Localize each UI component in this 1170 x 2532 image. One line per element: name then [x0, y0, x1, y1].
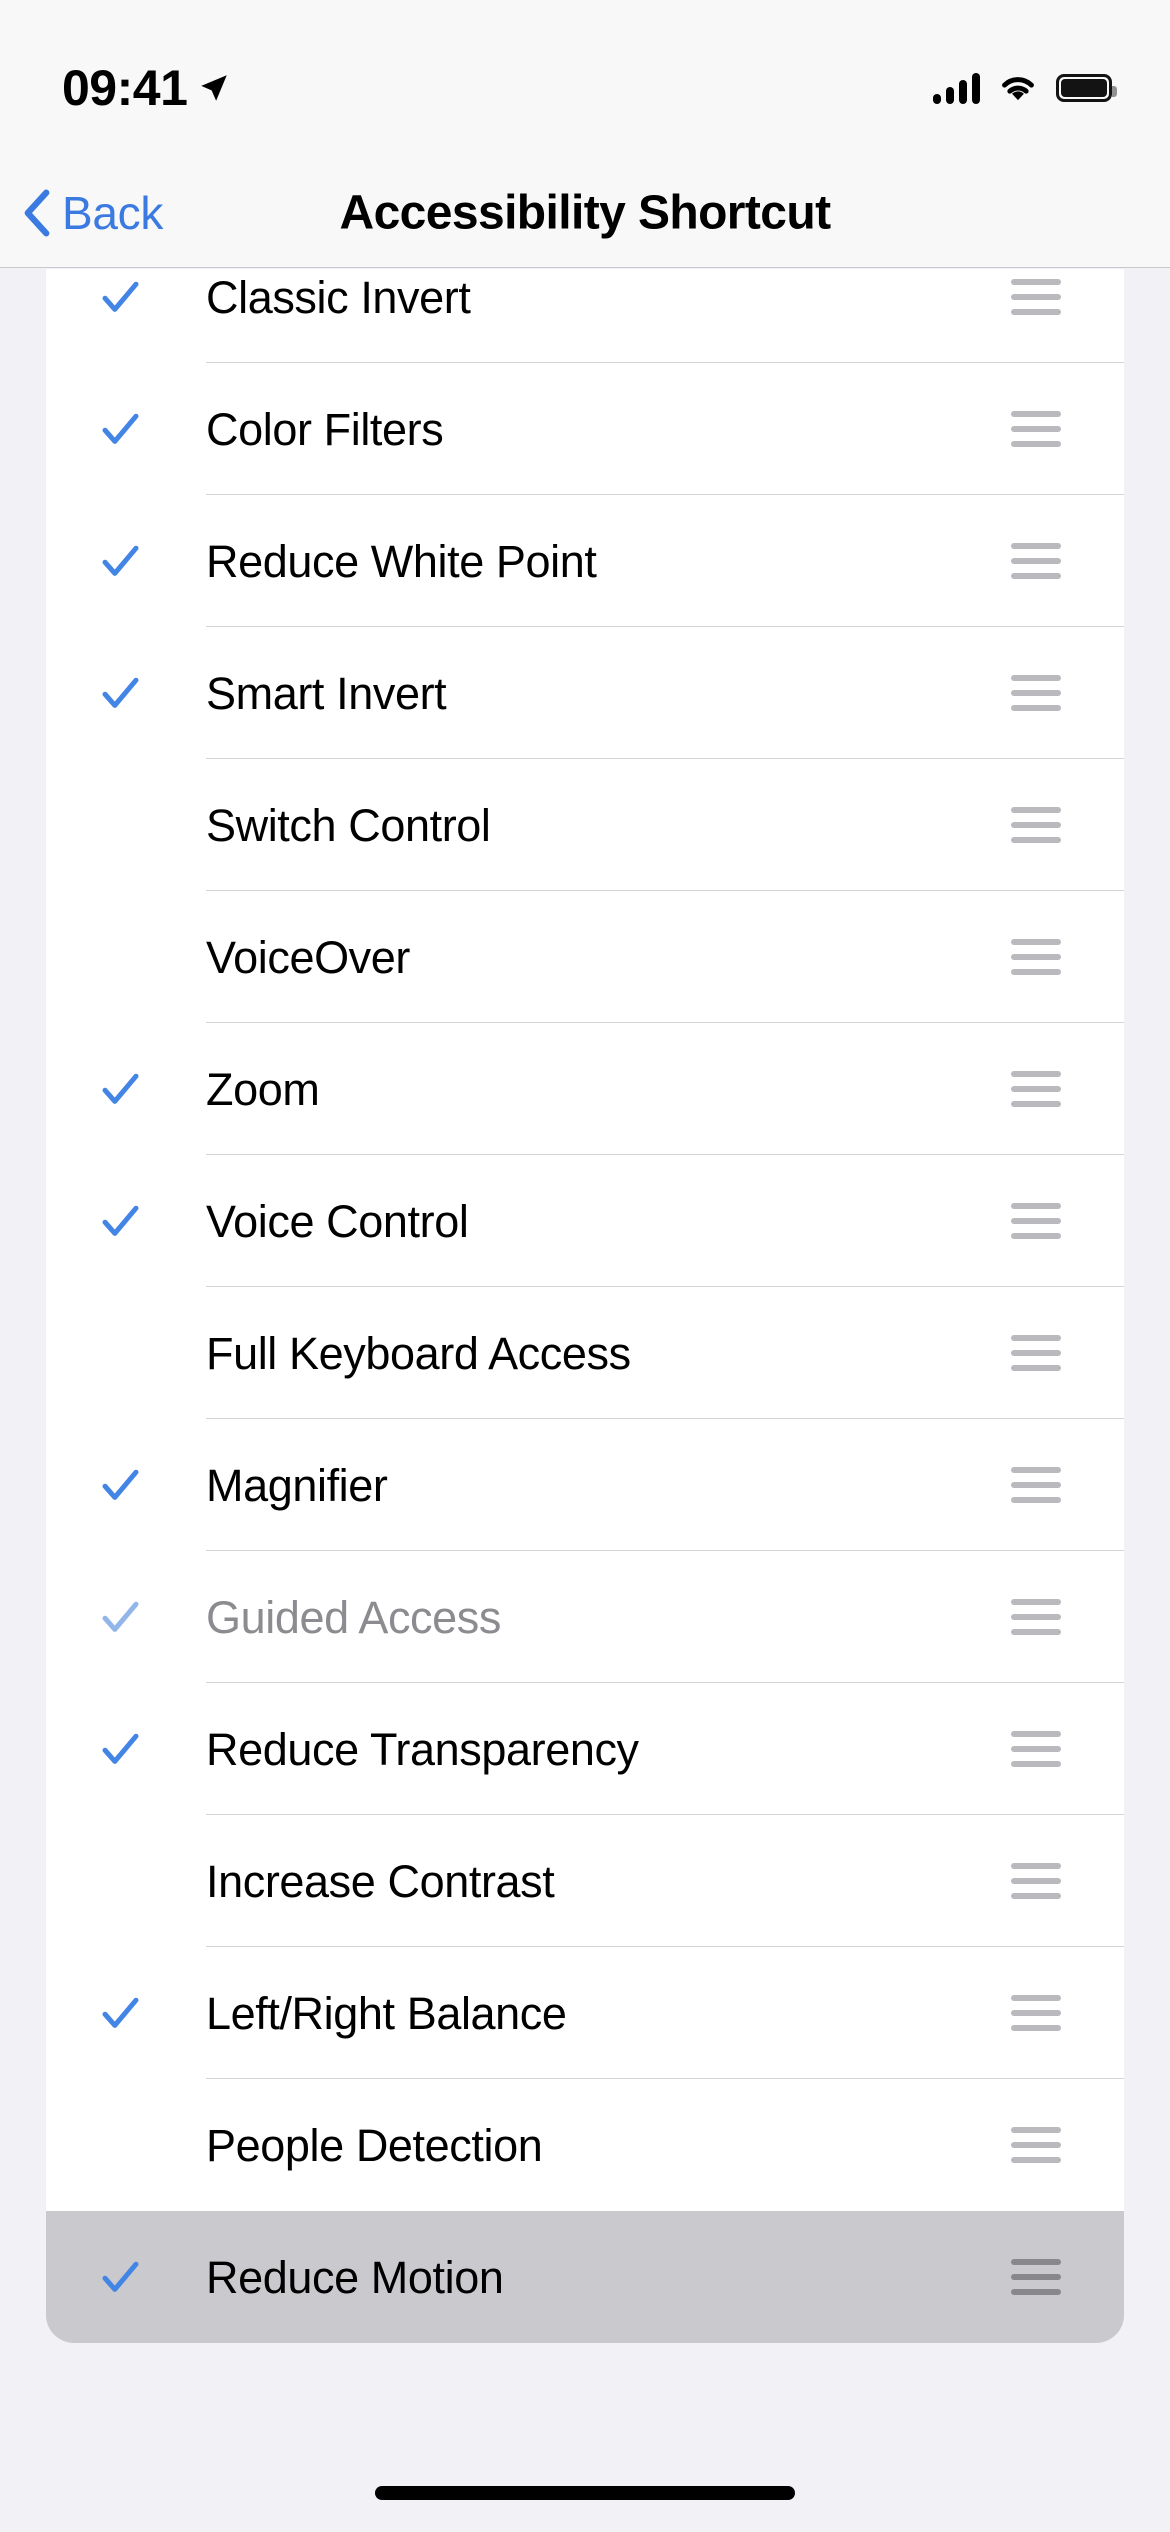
checkmark-icon[interactable]	[46, 273, 206, 321]
reorder-handle-icon[interactable]	[974, 1335, 1124, 1371]
checkmark-icon[interactable]	[46, 2121, 206, 2169]
list-item[interactable]: Zoom	[46, 1023, 1124, 1155]
settings-list-card: Classic Invert Color Filters Reduce White …	[46, 269, 1124, 2343]
list-item[interactable]: Switch Control	[46, 759, 1124, 891]
back-button[interactable]: Back	[22, 189, 163, 237]
reorder-handle-icon[interactable]	[974, 1995, 1124, 2031]
checkmark-icon[interactable]	[46, 1461, 206, 1509]
chevron-left-icon	[24, 189, 50, 236]
location-arrow-icon	[201, 75, 228, 101]
reorder-handle-icon[interactable]	[974, 1731, 1124, 1767]
list-item-label: Switch Control	[206, 799, 491, 851]
reorder-handle-icon[interactable]	[974, 543, 1124, 579]
list-item-label: Magnifier	[206, 1459, 388, 1511]
list-item-label: Guided Access	[206, 1591, 501, 1643]
list-item-label: Classic Invert	[206, 271, 471, 323]
reorder-handle-icon[interactable]	[974, 2127, 1124, 2163]
list-item[interactable]: Left/Right Balance	[46, 1947, 1124, 2079]
list-item[interactable]: Reduce White Point	[46, 495, 1124, 627]
reorder-handle-icon[interactable]	[974, 1203, 1124, 1239]
list-item-label: Reduce White Point	[206, 535, 597, 587]
cellular-signal-icon	[933, 72, 980, 104]
list-item-label: Full Keyboard Access	[206, 1327, 631, 1379]
status-bar-clock: 09:41	[62, 60, 188, 116]
list-item[interactable]: Voice Control	[46, 1155, 1124, 1287]
reorder-handle-icon[interactable]	[974, 2259, 1124, 2295]
settings-list-scrollview[interactable]: Classic Invert Color Filters Reduce White …	[0, 269, 1170, 2429]
reorder-handle-icon[interactable]	[974, 675, 1124, 711]
list-item-label: Smart Invert	[206, 667, 447, 719]
status-bar-right	[933, 54, 1117, 104]
list-item[interactable]: People Detection	[46, 2079, 1124, 2211]
status-bar-left: 09:41	[62, 45, 231, 113]
checkmark-icon[interactable]	[46, 933, 206, 981]
reorder-handle-icon[interactable]	[974, 411, 1124, 447]
checkmark-icon[interactable]	[46, 1857, 206, 1905]
checkmark-icon[interactable]	[46, 801, 206, 849]
reorder-handle-icon[interactable]	[974, 807, 1124, 843]
list-item-label: Voice Control	[206, 1195, 469, 1247]
checkmark-icon[interactable]	[46, 537, 206, 585]
reorder-handle-icon[interactable]	[974, 1467, 1124, 1503]
list-item[interactable]: Reduce Motion	[46, 2211, 1124, 2343]
checkmark-icon[interactable]	[46, 1989, 206, 2037]
list-item-label: VoiceOver	[206, 931, 410, 983]
list-item[interactable]: Guided Access	[46, 1551, 1124, 1683]
checkmark-icon[interactable]	[46, 1329, 206, 1377]
checkmark-icon[interactable]	[46, 669, 206, 717]
reorder-handle-icon[interactable]	[974, 279, 1124, 315]
list-item-label: Left/Right Balance	[206, 1987, 567, 2039]
list-item-label: Zoom	[206, 1063, 320, 1115]
list-item[interactable]: Magnifier	[46, 1419, 1124, 1551]
checkmark-icon[interactable]	[46, 1725, 206, 1773]
status-bar: 09:41	[0, 0, 1170, 158]
list-item-label: Reduce Transparency	[206, 1723, 639, 1775]
list-item[interactable]: Smart Invert	[46, 627, 1124, 759]
battery-full-icon	[1056, 74, 1117, 102]
checkmark-icon[interactable]	[46, 1593, 206, 1641]
reorder-handle-icon[interactable]	[974, 1599, 1124, 1635]
list-item[interactable]: Full Keyboard Access	[46, 1287, 1124, 1419]
list-item-label: Increase Contrast	[206, 1855, 555, 1907]
list-item-label: People Detection	[206, 2119, 543, 2171]
wifi-icon	[1002, 77, 1034, 101]
list-item[interactable]: Reduce Transparency	[46, 1683, 1124, 1815]
list-item[interactable]: VoiceOver	[46, 891, 1124, 1023]
list-item[interactable]: Increase Contrast	[46, 1815, 1124, 1947]
reorder-handle-icon[interactable]	[974, 1863, 1124, 1899]
reorder-handle-icon[interactable]	[974, 1071, 1124, 1107]
iphone-screen: 09:41 Back Accessibility Shortcut Classi…	[0, 0, 1170, 2532]
list-item[interactable]: Color Filters	[46, 363, 1124, 495]
list-item-label: Reduce Motion	[206, 2251, 504, 2303]
list-item-label: Color Filters	[206, 403, 444, 455]
checkmark-icon[interactable]	[46, 405, 206, 453]
reorder-handle-icon[interactable]	[974, 939, 1124, 975]
checkmark-icon[interactable]	[46, 1065, 206, 1113]
checkmark-icon[interactable]	[46, 1197, 206, 1245]
back-button-label: Back	[62, 186, 164, 239]
list-item[interactable]: Classic Invert	[46, 269, 1124, 363]
home-indicator	[375, 2486, 795, 2500]
checkmark-icon[interactable]	[46, 2253, 206, 2301]
navigation-bar: Back Accessibility Shortcut	[0, 158, 1170, 268]
page-title: Accessibility Shortcut	[339, 186, 832, 239]
